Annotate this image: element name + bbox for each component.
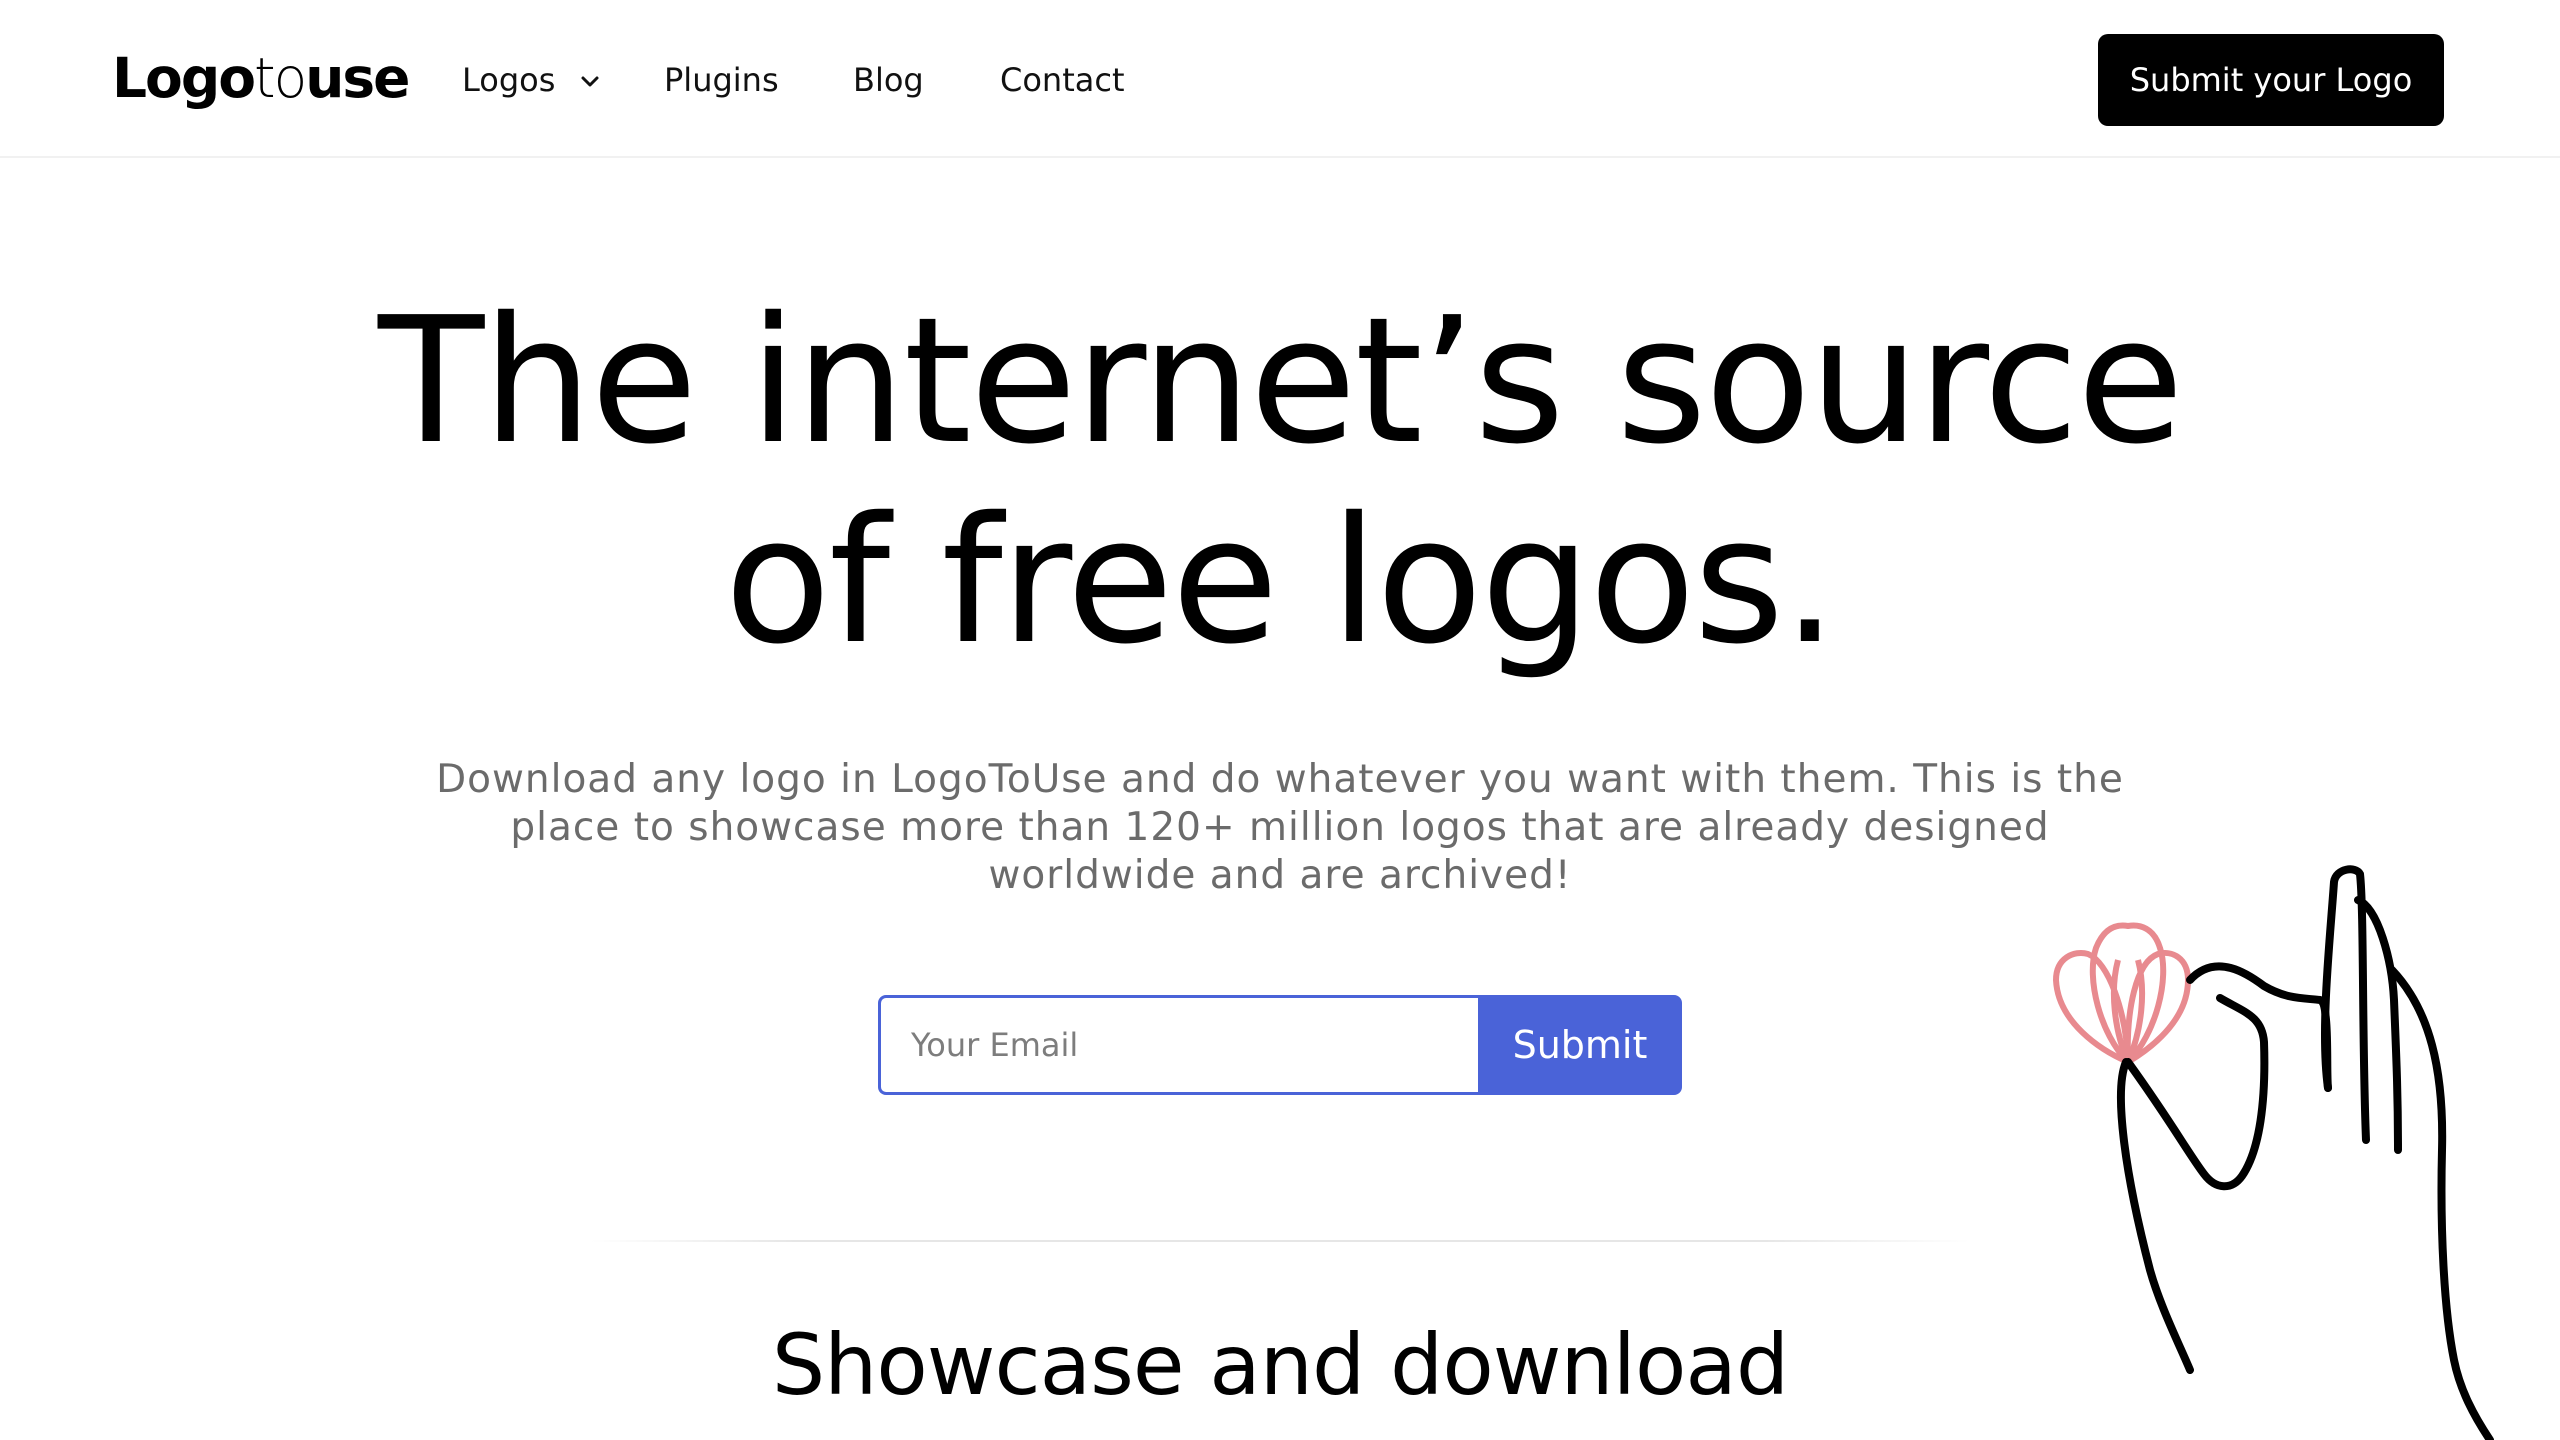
nav-logos-label: Logos [462, 61, 556, 99]
chevron-down-icon [581, 76, 599, 87]
flower-icon [2053, 922, 2191, 1065]
section-divider [590, 1240, 1970, 1242]
site-header: Logotouse Logos Plugins Blog Contact Sub… [0, 0, 2560, 158]
hero-title: The internet’s source of free logos. [0, 282, 2560, 682]
nav-logos-dropdown[interactable]: Logos [462, 50, 600, 110]
email-input[interactable] [878, 995, 1482, 1095]
email-signup-form: Submit [878, 995, 1682, 1095]
nav-plugins-link[interactable]: Plugins [664, 50, 779, 110]
submit-your-logo-button[interactable]: Submit your Logo [2098, 34, 2444, 126]
email-submit-button[interactable]: Submit [1478, 995, 1682, 1095]
hero-title-line-2: of free logos. [724, 480, 1837, 683]
nav-contact-link[interactable]: Contact [1000, 50, 1125, 110]
hand-flower-illustration [2053, 865, 2494, 1440]
hero-description: Download any logo in LogoToUse and do wh… [436, 757, 2124, 898]
site-logo[interactable]: Logotouse [112, 42, 410, 114]
nav-blog-link[interactable]: Blog [853, 50, 924, 110]
hero-title-line-1: The internet’s source [378, 280, 2184, 483]
